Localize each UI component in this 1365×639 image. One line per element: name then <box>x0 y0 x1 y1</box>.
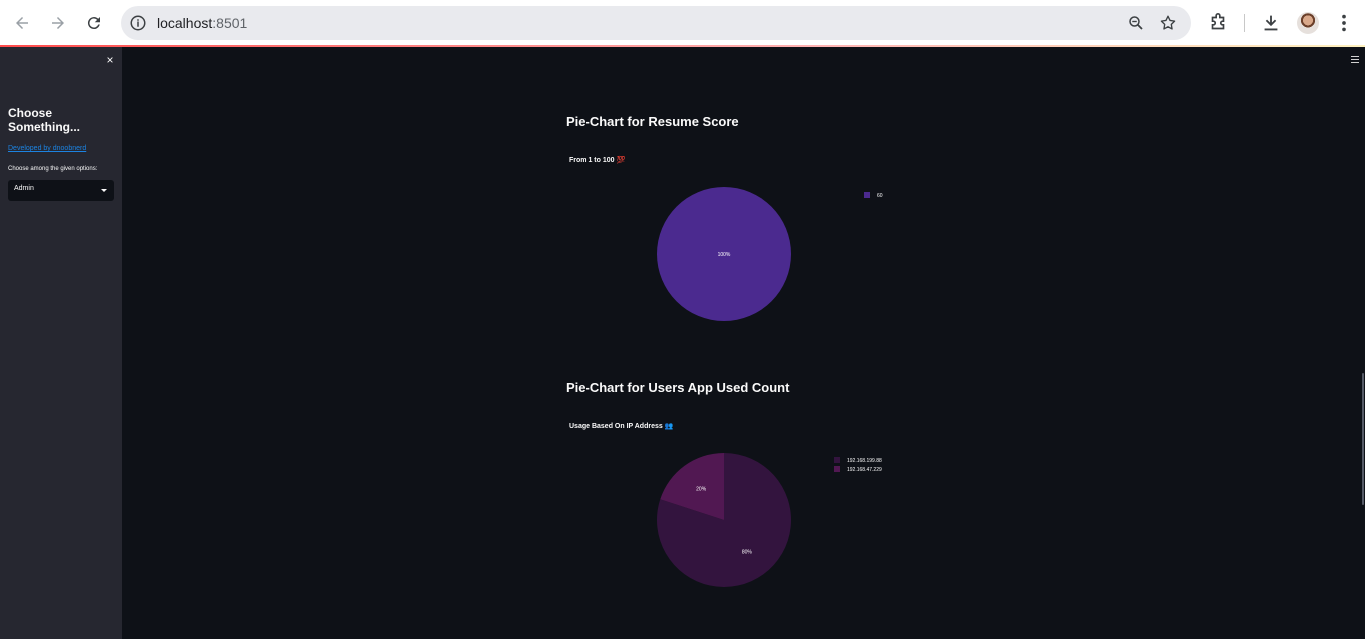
url-text: localhost:8501 <box>157 15 247 31</box>
legend-label: 192.168.47.229 <box>847 467 882 473</box>
url-host: localhost <box>157 15 213 31</box>
developer-link[interactable]: Developed by dnoobnerd <box>8 145 86 152</box>
toolbar-divider <box>1244 14 1245 32</box>
address-bar[interactable]: localhost:8501 <box>121 6 1191 40</box>
forward-icon[interactable] <box>46 11 70 35</box>
browser-toolbar: localhost:8501 <box>0 0 1365 46</box>
scrollbar-thumb[interactable] <box>1362 373 1364 505</box>
sidebar: × Choose Something... Developed by dnoob… <box>0 47 122 639</box>
resume-score-subtitle-text: From 1 to 100 <box>569 157 615 164</box>
slice-percent-label: 20% <box>696 487 707 493</box>
site-info-icon[interactable] <box>129 14 147 32</box>
kebab-menu-icon[interactable] <box>1333 12 1355 34</box>
legend-swatch[interactable] <box>834 466 840 472</box>
extensions-icon[interactable] <box>1207 12 1229 34</box>
legend-swatch[interactable] <box>864 192 870 198</box>
resume-score-heading: Pie-Chart for Resume Score <box>566 114 739 129</box>
legend-label: 192.168.199.88 <box>847 458 882 464</box>
reload-icon[interactable] <box>82 11 106 35</box>
hamburger-menu-icon[interactable] <box>1351 56 1359 63</box>
main-content: Pie-Chart for Resume Score From 1 to 100… <box>122 47 1365 639</box>
legend-label: 60 <box>877 193 883 199</box>
app-usage-pie-chart: 80% 20% 192.168.199.88 192.168.47.229 <box>657 453 882 587</box>
download-icon[interactable] <box>1260 12 1282 34</box>
chevron-down-icon <box>101 189 107 192</box>
role-select-value: Admin <box>14 185 34 192</box>
bookmark-star-icon[interactable] <box>1159 14 1177 32</box>
role-select[interactable]: Admin <box>8 180 114 201</box>
legend-swatch[interactable] <box>834 457 840 463</box>
slice-percent-label: 80% <box>742 549 753 555</box>
zoom-icon[interactable] <box>1127 14 1145 32</box>
hundred-points-icon: 💯 <box>616 157 626 164</box>
url-port: :8501 <box>212 15 248 31</box>
people-icon: 👥 <box>664 423 674 430</box>
app-usage-subtitle: Usage Based On IP Address 👥 <box>569 422 673 430</box>
slice-percent-label: 100% <box>718 252 731 258</box>
resume-score-pie-chart: 100% 60 <box>657 187 883 321</box>
resume-score-subtitle: From 1 to 100 💯 <box>569 156 625 164</box>
app-usage-heading: Pie-Chart for Users App Used Count <box>566 380 790 395</box>
app-usage-subtitle-text: Usage Based On IP Address <box>569 423 663 430</box>
sidebar-close-button[interactable]: × <box>104 53 116 67</box>
select-label: Choose among the given options: <box>8 166 98 172</box>
sidebar-title: Choose Something... <box>8 106 80 134</box>
back-icon[interactable] <box>10 11 34 35</box>
profile-avatar[interactable] <box>1297 12 1319 34</box>
